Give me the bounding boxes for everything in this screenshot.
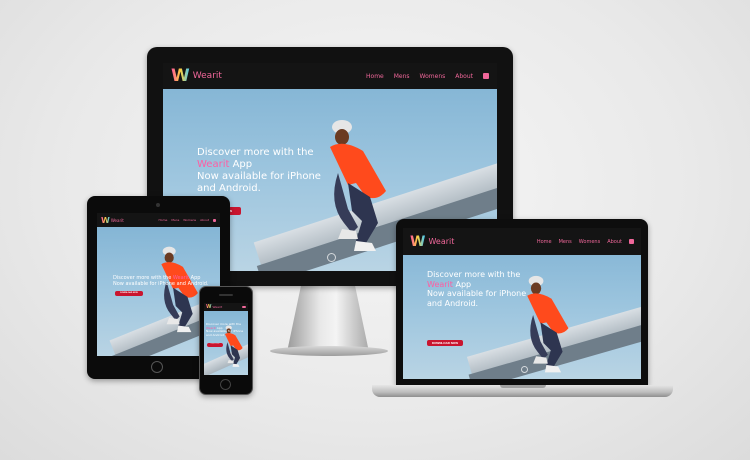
camera-icon	[156, 203, 160, 207]
logo-text: Wearit	[110, 217, 124, 223]
logo-mark: W	[101, 215, 110, 225]
nav-home[interactable]: Home	[159, 218, 168, 222]
nav-bar: W Wearit Home Mens Womens About	[97, 213, 220, 227]
monitor-stand	[287, 282, 369, 352]
nav-about[interactable]: About	[200, 218, 209, 222]
hero-line-2: Wearit App	[197, 159, 321, 171]
laptop-screen: W Wearit Home Mens Womens About Discover…	[403, 228, 641, 379]
nav-mens[interactable]: Mens	[559, 239, 572, 245]
nav-bar: W Wearit Home Mens Womens About	[403, 228, 641, 255]
hero-line-1: Discover more with the	[197, 147, 314, 158]
download-button[interactable]: DOWNLOAD NOW	[115, 291, 143, 296]
nav-bar: W Wearit	[204, 303, 248, 311]
logo[interactable]: W Wearit	[206, 304, 222, 310]
hero-line-4: and Android.	[197, 183, 261, 194]
hero-text: Discover more with the Wearit App Now av…	[206, 322, 243, 337]
nav-womens[interactable]: Womens	[420, 73, 446, 80]
logo[interactable]: W Wearit	[410, 234, 454, 250]
chevron-down-icon[interactable]	[327, 253, 336, 262]
shopping-bag-icon[interactable]	[483, 73, 489, 79]
nav-bar: W Wearit Home Mens Womens About	[163, 63, 497, 89]
hero-line-3: Now available for iPhone and Android.	[113, 281, 209, 287]
hero-brand-word: Wearit	[197, 159, 230, 170]
nav-home[interactable]: Home	[366, 73, 384, 80]
nav-home[interactable]: Home	[537, 239, 552, 245]
home-button[interactable]	[220, 379, 231, 390]
logo-text: Wearit	[428, 237, 455, 246]
hero-line-3: Now available for iPhone	[427, 289, 527, 299]
logo-mark: W	[171, 66, 190, 86]
home-button[interactable]	[151, 361, 163, 373]
hero-text: Discover more with the Wearit App Now av…	[197, 147, 321, 195]
nav-womens[interactable]: Womens	[579, 239, 600, 245]
person-illustration	[330, 120, 386, 251]
logo[interactable]: W Wearit	[171, 66, 222, 86]
hero-line-4: and Android.	[427, 298, 479, 308]
hero-brand-after: App	[232, 159, 253, 170]
phone: W Wearit Discover more with the Wearit A…	[199, 286, 253, 395]
nav-about[interactable]: About	[607, 239, 622, 245]
hero-text: Discover more with the Wearit App Now av…	[113, 275, 209, 287]
chevron-down-icon[interactable]	[521, 366, 528, 373]
logo[interactable]: W Wearit	[101, 216, 124, 225]
nav-womens[interactable]: Womens	[183, 218, 196, 222]
logo-text: Wearit	[192, 71, 222, 81]
laptop-notch	[500, 385, 546, 388]
download-button[interactable]: DOWNLOAD NOW	[427, 340, 463, 346]
download-button[interactable]: DOWNLOAD NOW	[207, 343, 223, 347]
phone-screen: W Wearit Discover more with the Wearit A…	[204, 303, 248, 375]
menu-icon[interactable]	[242, 306, 246, 308]
nav-about[interactable]: About	[455, 73, 473, 80]
hero-line-2: Wearit App	[427, 280, 526, 290]
hero-line-1: Discover more with the	[427, 270, 521, 279]
shopping-bag-icon[interactable]	[213, 218, 216, 222]
hero-text: Discover more with the Wearit App Now av…	[427, 270, 526, 308]
monitor-base	[270, 346, 388, 356]
logo-text: Wearit	[212, 305, 223, 309]
hero-brand-word: Wearit	[427, 279, 453, 289]
speaker-icon	[219, 294, 233, 296]
nav-mens[interactable]: Mens	[171, 218, 179, 222]
hero-line-4: and Android.	[206, 332, 226, 337]
shopping-bag-icon[interactable]	[629, 239, 634, 244]
hero-line-3: Now available for iPhone	[197, 171, 321, 182]
nav-mens[interactable]: Mens	[394, 73, 410, 80]
logo-mark: W	[410, 233, 426, 250]
hero-brand-after: App	[455, 279, 472, 289]
logo-mark: W	[206, 304, 212, 310]
laptop: W Wearit Home Mens Womens About Discover…	[396, 219, 648, 385]
